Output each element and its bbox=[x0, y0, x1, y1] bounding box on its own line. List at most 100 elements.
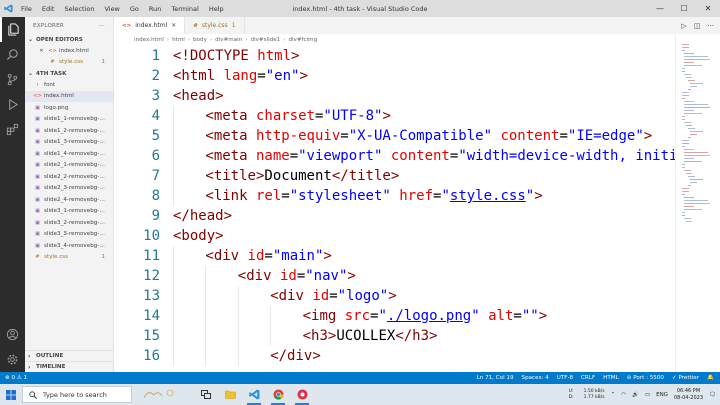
clock[interactable]: 06:46 PM 08-04-2023 bbox=[674, 388, 703, 402]
file-item[interactable]: ▣ slide2_3-removebg-p... bbox=[25, 183, 113, 195]
indentation[interactable]: Spaces: 4 bbox=[522, 375, 549, 381]
volume-icon[interactable]: 🔊 bbox=[632, 392, 639, 398]
code-line[interactable]: 9 </head> bbox=[114, 206, 675, 226]
code-line[interactable]: 4 <meta charset="UTF-8"> bbox=[114, 106, 675, 126]
file-item[interactable]: ▣ slide3_1-removebg-p... bbox=[25, 206, 113, 218]
folder-section[interactable]: ⌄ 4TH TASK bbox=[25, 68, 113, 79]
run-icon[interactable]: ▷ bbox=[681, 22, 686, 30]
breadcrumb-item[interactable]: div#fcimg bbox=[288, 37, 317, 43]
line-ending[interactable]: CRLF bbox=[581, 375, 595, 381]
file-item[interactable]: ▣ logo.png bbox=[25, 102, 113, 114]
menu-file[interactable]: File bbox=[16, 5, 37, 13]
extensions-icon[interactable] bbox=[0, 117, 25, 142]
minimize-icon[interactable]: — bbox=[648, 0, 672, 17]
battery-icon[interactable]: ▭ bbox=[645, 392, 650, 398]
menu-edit[interactable]: Edit bbox=[37, 5, 60, 13]
code-line[interactable]: 11 <div id="main"> bbox=[114, 246, 675, 266]
code-line[interactable]: 6 <meta name="viewport" content="width=de… bbox=[114, 146, 675, 166]
code-line[interactable]: 2 <html lang="en"> bbox=[114, 66, 675, 86]
code-line[interactable]: 1 <!DOCTYPE html> bbox=[114, 46, 675, 66]
breadcrumb-item[interactable]: index.html bbox=[134, 37, 164, 43]
source-control-icon[interactable] bbox=[0, 67, 25, 92]
split-editor-icon[interactable]: ◫ bbox=[694, 22, 701, 30]
file-item[interactable]: ▣ slide3_4-removebg-p... bbox=[25, 240, 113, 252]
code-line[interactable]: 8 <link rel="stylesheet" href="style.css"… bbox=[114, 186, 675, 206]
file-item[interactable]: ▣ slide1_4-removebg-p... bbox=[25, 148, 113, 160]
screen-recorder-icon[interactable] bbox=[290, 384, 314, 405]
menu-view[interactable]: View bbox=[99, 5, 124, 13]
minimap-line bbox=[682, 119, 685, 121]
file-item[interactable]: ▣ slide1_3-removebg-p... bbox=[25, 137, 113, 149]
chrome-icon[interactable] bbox=[266, 384, 290, 405]
cursor-position[interactable]: Ln 71, Col 19 bbox=[477, 375, 514, 381]
maximize-icon[interactable]: ☐ bbox=[672, 0, 696, 17]
task-view-icon[interactable] bbox=[194, 384, 218, 405]
input-language[interactable]: ENG bbox=[656, 392, 668, 398]
problems-indicator[interactable]: ⊗ 0 ⚠ 1 bbox=[5, 375, 27, 381]
indent-guide bbox=[173, 166, 174, 186]
run-debug-icon[interactable] bbox=[0, 92, 25, 117]
code-line[interactable]: 14 <img src="./logo.png" alt=""> bbox=[114, 306, 675, 326]
settings-gear-icon[interactable] bbox=[0, 347, 25, 372]
more-actions-icon[interactable]: ··· bbox=[707, 22, 714, 30]
file-item[interactable]: ▣ slide1_1-removebg-p... bbox=[25, 114, 113, 126]
file-item[interactable]: ▣ slide2_2-removebg-p... bbox=[25, 171, 113, 183]
menu-go[interactable]: Go bbox=[125, 5, 144, 13]
outline-section[interactable]: › OUTLINE bbox=[25, 350, 113, 361]
tab-style-css[interactable]: # style.css 1 bbox=[185, 17, 245, 34]
close-icon[interactable]: ✕ bbox=[696, 0, 720, 17]
breadcrumb-item[interactable]: div#slide1 bbox=[251, 37, 281, 43]
file-name: slide3_4-removebg-p... bbox=[44, 242, 106, 249]
language-mode[interactable]: HTML bbox=[603, 375, 619, 381]
close-icon[interactable]: ✕ bbox=[171, 22, 176, 29]
code-line[interactable]: 15 <h3>UCOLLEX</h3> bbox=[114, 326, 675, 346]
menu-run[interactable]: Run bbox=[144, 5, 166, 13]
wifi-icon[interactable]: ◠ bbox=[621, 392, 626, 398]
account-icon[interactable] bbox=[0, 322, 25, 347]
code-line[interactable]: 16 </div> bbox=[114, 346, 675, 366]
search-icon[interactable] bbox=[0, 42, 25, 67]
timeline-section[interactable]: › TIMELINE bbox=[25, 361, 113, 372]
close-icon[interactable]: ✕ bbox=[37, 48, 46, 54]
notifications-bell-icon[interactable]: 🔔 bbox=[707, 375, 714, 381]
file-item[interactable]: ▣ slide3_3-removebg-p... bbox=[25, 229, 113, 241]
taskbar-search-box[interactable]: Type here to search bbox=[22, 386, 132, 403]
folder-item[interactable]: › font bbox=[25, 79, 113, 91]
code-line[interactable]: 7 <title>Document</title> bbox=[114, 166, 675, 186]
menu-help[interactable]: Help bbox=[204, 5, 229, 13]
file-item[interactable]: <> index.html bbox=[25, 90, 113, 102]
more-actions-icon[interactable]: ··· bbox=[99, 23, 105, 29]
menu-selection[interactable]: Selection bbox=[59, 5, 99, 13]
live-server-port[interactable]: ⊘ Port : 5500 bbox=[627, 375, 664, 381]
file-item[interactable]: ▣ slide2_1-removebg-p... bbox=[25, 160, 113, 172]
vscode-taskbar-icon[interactable] bbox=[242, 384, 266, 405]
breadcrumb-item[interactable]: body bbox=[193, 37, 207, 43]
file-item[interactable]: ▣ slide1_2-removebg-p... bbox=[25, 125, 113, 137]
encoding[interactable]: UTF-8 bbox=[557, 375, 573, 381]
code-line[interactable]: 13 <div id="logo"> bbox=[114, 286, 675, 306]
file-explorer-icon[interactable] bbox=[218, 384, 242, 405]
prettier-status[interactable]: ✓ Prettier bbox=[672, 375, 699, 381]
code-editor[interactable]: 1 <!DOCTYPE html> 2 <html lang="en"> 3 <head>… bbox=[114, 46, 675, 372]
file-item[interactable]: # style.css 1 bbox=[25, 252, 113, 264]
code-line[interactable]: 10 <body> bbox=[114, 226, 675, 246]
code-line[interactable]: 3 <head> bbox=[114, 86, 675, 106]
open-editor-item[interactable]: ✕ <> index.html bbox=[25, 45, 113, 57]
weather-doodle-icon[interactable] bbox=[140, 386, 180, 403]
file-item[interactable]: ▣ slide2_4-removebg-p... bbox=[25, 194, 113, 206]
windows-start-icon[interactable] bbox=[0, 384, 22, 405]
open-editor-item[interactable]: # style.css 1 bbox=[25, 57, 113, 69]
explorer-icon[interactable] bbox=[0, 17, 25, 42]
chevron-up-icon[interactable]: ⌃ bbox=[611, 392, 616, 398]
code-line[interactable]: 12 <div id="nav"> bbox=[114, 266, 675, 286]
minimap[interactable] bbox=[675, 34, 720, 372]
menu-terminal[interactable]: Terminal bbox=[166, 5, 203, 13]
notification-center-icon[interactable]: 🗨 bbox=[709, 392, 716, 398]
breadcrumb-item[interactable]: html bbox=[172, 37, 185, 43]
tab-index-html[interactable]: <> index.html ✕ bbox=[114, 17, 186, 34]
breadcrumb-item[interactable]: div#main bbox=[215, 37, 242, 43]
code-line[interactable]: 5 <meta http-equiv="X-UA-Compatible" cont… bbox=[114, 126, 675, 146]
network-speed[interactable]: U: D: 1.50 kB/s 1.77 kB/s bbox=[569, 389, 605, 401]
open-editors-section[interactable]: ⌄ OPEN EDITORS bbox=[25, 34, 113, 45]
file-item[interactable]: ▣ slide3_2-removebg-p... bbox=[25, 217, 113, 229]
